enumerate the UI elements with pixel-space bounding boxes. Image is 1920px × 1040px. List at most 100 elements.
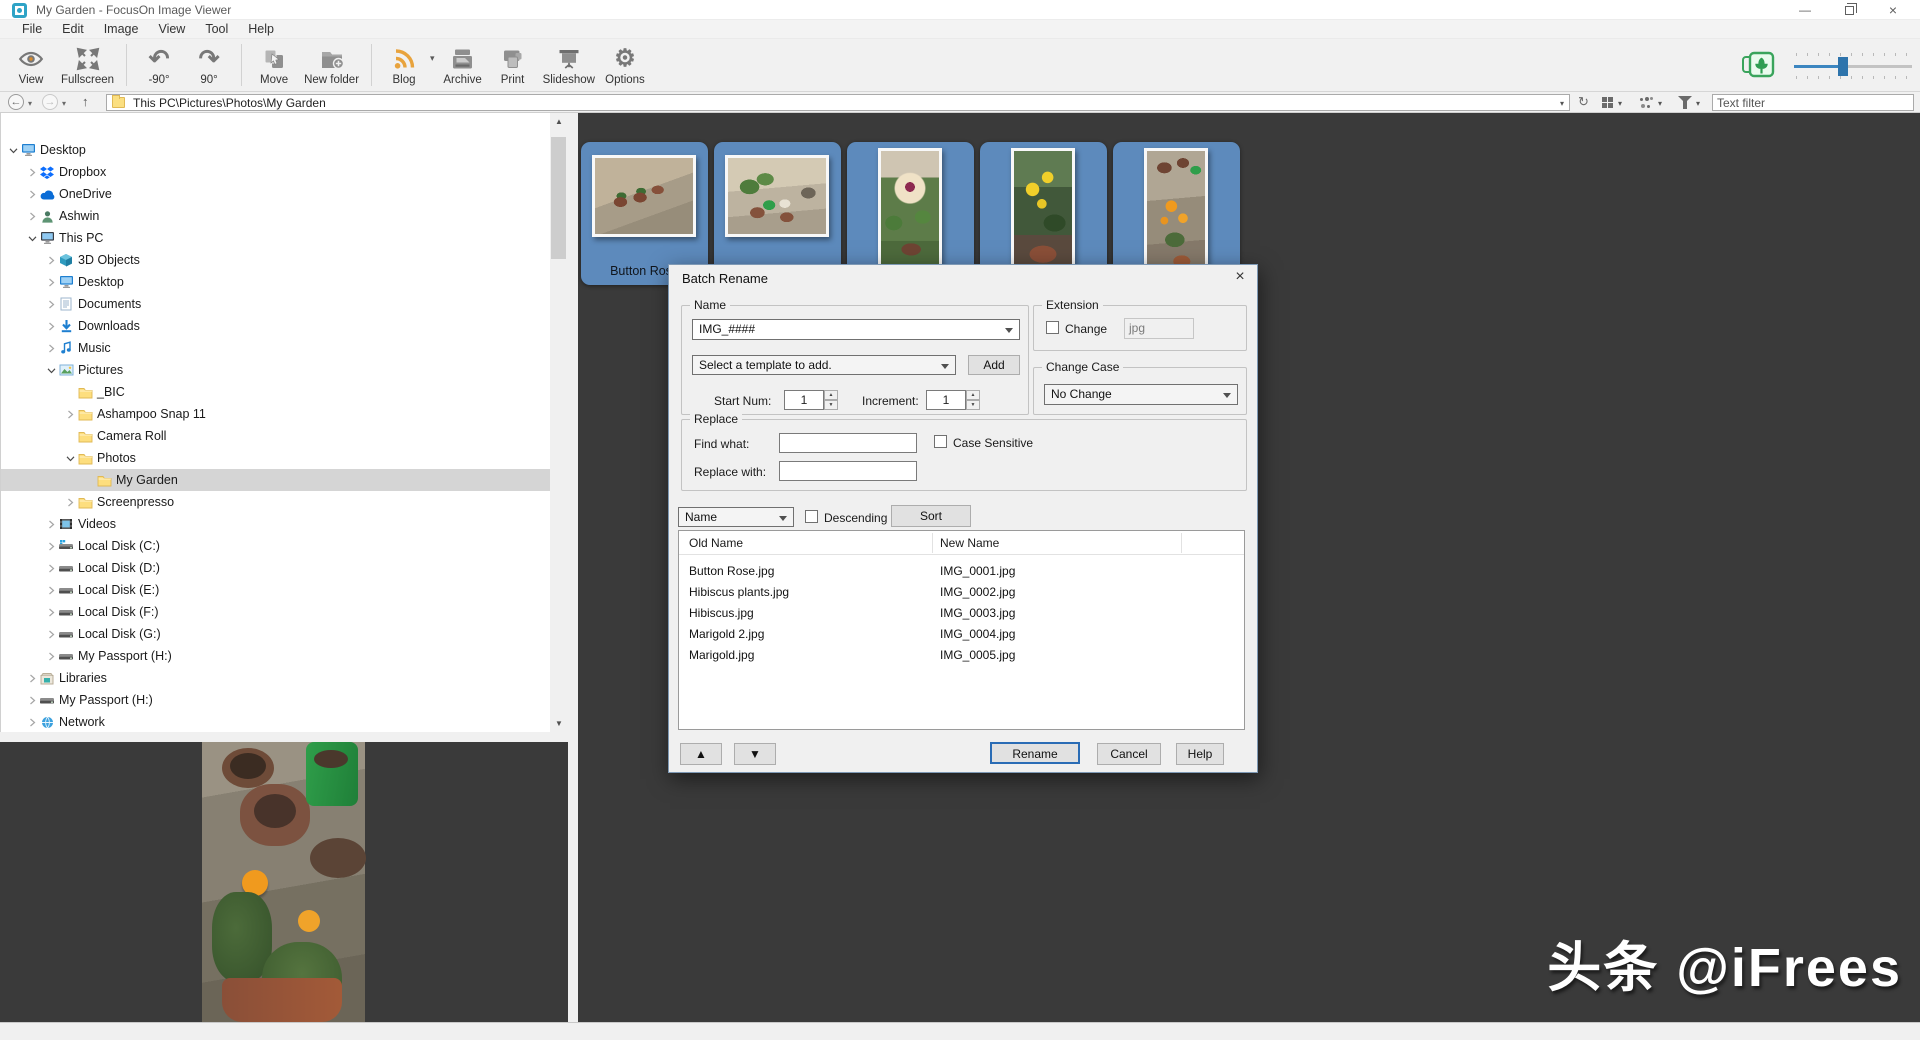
- thumbnail-size-icon[interactable]: [1740, 48, 1784, 83]
- tree-item-local-disk-e[interactable]: Local Disk (E:): [1, 579, 550, 601]
- tree-item-ashampoo-snap-11[interactable]: Ashampoo Snap 11: [1, 403, 550, 425]
- expander-expanded-icon[interactable]: [45, 364, 57, 376]
- rotate-right-button[interactable]: ↷90°: [184, 40, 234, 90]
- slider-handle[interactable]: [1838, 57, 1848, 76]
- tree-item-my-garden[interactable]: My Garden: [1, 469, 550, 491]
- view-mode-icon[interactable]: [1602, 97, 1613, 108]
- expander-collapsed-icon[interactable]: [45, 650, 57, 662]
- tree-item-my-passport-h[interactable]: My Passport (H:): [1, 689, 550, 711]
- new-name-header[interactable]: New Name: [940, 536, 999, 550]
- dialog-title-bar[interactable]: Batch Rename ×: [669, 265, 1257, 291]
- tree-item-desktop[interactable]: Desktop: [1, 139, 550, 161]
- menu-help[interactable]: Help: [238, 20, 284, 39]
- increment-spinner[interactable]: 1 ▲▼: [926, 390, 980, 410]
- close-button[interactable]: ×: [1874, 0, 1912, 20]
- table-row[interactable]: Button Rose.jpgIMG_0001.jpg: [679, 561, 1244, 582]
- blog-dropdown-caret-icon[interactable]: ▾: [430, 53, 435, 64]
- table-row[interactable]: Hibiscus.jpgIMG_0003.jpg: [679, 603, 1244, 624]
- change-case-combobox[interactable]: No Change: [1044, 384, 1238, 405]
- expander-collapsed-icon[interactable]: [45, 298, 57, 310]
- start-num-up-icon[interactable]: ▲: [824, 390, 838, 400]
- add-template-button[interactable]: Add: [968, 355, 1020, 375]
- address-dropdown-caret-icon[interactable]: ▾: [1560, 99, 1564, 108]
- tree-item-this-pc[interactable]: This PC: [1, 227, 550, 249]
- dialog-close-button[interactable]: ×: [1223, 265, 1257, 291]
- rename-button[interactable]: Rename: [990, 742, 1080, 764]
- tree-item-videos[interactable]: Videos: [1, 513, 550, 535]
- help-button[interactable]: Help: [1176, 743, 1224, 765]
- up-button[interactable]: ↑: [82, 94, 89, 109]
- back-history-caret-icon[interactable]: ▾: [28, 99, 32, 108]
- expander-collapsed-icon[interactable]: [26, 210, 38, 222]
- expander-expanded-icon[interactable]: [64, 452, 76, 464]
- menu-edit[interactable]: Edit: [52, 20, 94, 39]
- blog-button[interactable]: Blog: [379, 40, 429, 90]
- thumbnail-size-slider[interactable]: [1794, 51, 1912, 81]
- expander-collapsed-icon[interactable]: [26, 672, 38, 684]
- refresh-button[interactable]: ↻: [1578, 94, 1589, 110]
- expander-collapsed-icon[interactable]: [45, 606, 57, 618]
- view-mode-caret-icon[interactable]: ▾: [1618, 99, 1622, 108]
- tree-item-photos[interactable]: Photos: [1, 447, 550, 469]
- forward-history-caret-icon[interactable]: ▾: [62, 99, 66, 108]
- sort-order-caret-icon[interactable]: ▾: [1658, 99, 1662, 108]
- expander-collapsed-icon[interactable]: [45, 628, 57, 640]
- table-row[interactable]: Marigold.jpgIMG_0005.jpg: [679, 645, 1244, 666]
- options-button[interactable]: ⚙Options: [600, 40, 650, 90]
- menu-file[interactable]: File: [12, 20, 52, 39]
- tree-item-my-passport-h[interactable]: My Passport (H:): [1, 645, 550, 667]
- expander-collapsed-icon[interactable]: [64, 408, 76, 420]
- expander-expanded-icon[interactable]: [7, 144, 19, 156]
- tree-item-dropbox[interactable]: Dropbox: [1, 161, 550, 183]
- column-divider[interactable]: [1181, 533, 1182, 553]
- table-row[interactable]: Hibiscus plants.jpgIMG_0002.jpg: [679, 582, 1244, 603]
- fullscreen-button[interactable]: Fullscreen: [56, 40, 119, 90]
- forward-button[interactable]: →: [42, 94, 58, 110]
- slideshow-button[interactable]: Slideshow: [538, 40, 600, 90]
- find-what-input[interactable]: [779, 433, 917, 453]
- expander-collapsed-icon[interactable]: [45, 540, 57, 552]
- move-item-down-button[interactable]: ▼: [734, 743, 776, 765]
- filter-funnel-icon[interactable]: [1678, 96, 1692, 103]
- change-extension-checkbox[interactable]: [1046, 321, 1059, 334]
- tree-item-bic[interactable]: _BIC: [1, 381, 550, 403]
- tree-item-screenpresso[interactable]: Screenpresso: [1, 491, 550, 513]
- expander-collapsed-icon[interactable]: [45, 342, 57, 354]
- filter-caret-icon[interactable]: ▾: [1696, 99, 1700, 108]
- sort-field-combobox[interactable]: Name: [678, 507, 794, 527]
- tree-item-libraries[interactable]: Libraries: [1, 667, 550, 689]
- menu-view[interactable]: View: [148, 20, 195, 39]
- tree-item-onedrive[interactable]: OneDrive: [1, 183, 550, 205]
- descending-checkbox[interactable]: [805, 510, 818, 523]
- tree-item-music[interactable]: Music: [1, 337, 550, 359]
- tree-item-camera-roll[interactable]: Camera Roll: [1, 425, 550, 447]
- expander-collapsed-icon[interactable]: [26, 716, 38, 728]
- start-num-spinner[interactable]: 1 ▲▼: [784, 390, 838, 410]
- expander-collapsed-icon[interactable]: [26, 188, 38, 200]
- expander-collapsed-icon[interactable]: [45, 518, 57, 530]
- expander-collapsed-icon[interactable]: [45, 320, 57, 332]
- rotate-left-button[interactable]: ↶-90°: [134, 40, 184, 90]
- menu-image[interactable]: Image: [94, 20, 149, 39]
- old-name-header[interactable]: Old Name: [689, 536, 743, 550]
- expander-collapsed-icon[interactable]: [45, 562, 57, 574]
- scroll-up-icon[interactable]: ▲: [550, 113, 568, 130]
- expander-collapsed-icon[interactable]: [26, 166, 38, 178]
- tree-item-local-disk-c[interactable]: Local Disk (C:): [1, 535, 550, 557]
- archive-button[interactable]: Archive: [438, 40, 488, 90]
- increment-down-icon[interactable]: ▼: [966, 400, 980, 410]
- new-folder-button[interactable]: New folder: [299, 40, 364, 90]
- view-button[interactable]: View: [6, 40, 56, 90]
- address-path-input[interactable]: This PC\Pictures\Photos\My Garden ▾: [106, 94, 1570, 111]
- move-item-up-button[interactable]: ▲: [680, 743, 722, 765]
- sort-order-icon[interactable]: [1640, 97, 1653, 108]
- case-sensitive-checkbox[interactable]: [934, 435, 947, 448]
- extension-input[interactable]: jpg: [1124, 318, 1194, 339]
- tree-item-downloads[interactable]: Downloads: [1, 315, 550, 337]
- tree-scrollbar[interactable]: ▲ ▼: [550, 113, 568, 732]
- restore-button[interactable]: [1830, 0, 1868, 20]
- increment-up-icon[interactable]: ▲: [966, 390, 980, 400]
- cancel-button[interactable]: Cancel: [1097, 743, 1161, 765]
- expander-collapsed-icon[interactable]: [45, 276, 57, 288]
- tree-item-documents[interactable]: Documents: [1, 293, 550, 315]
